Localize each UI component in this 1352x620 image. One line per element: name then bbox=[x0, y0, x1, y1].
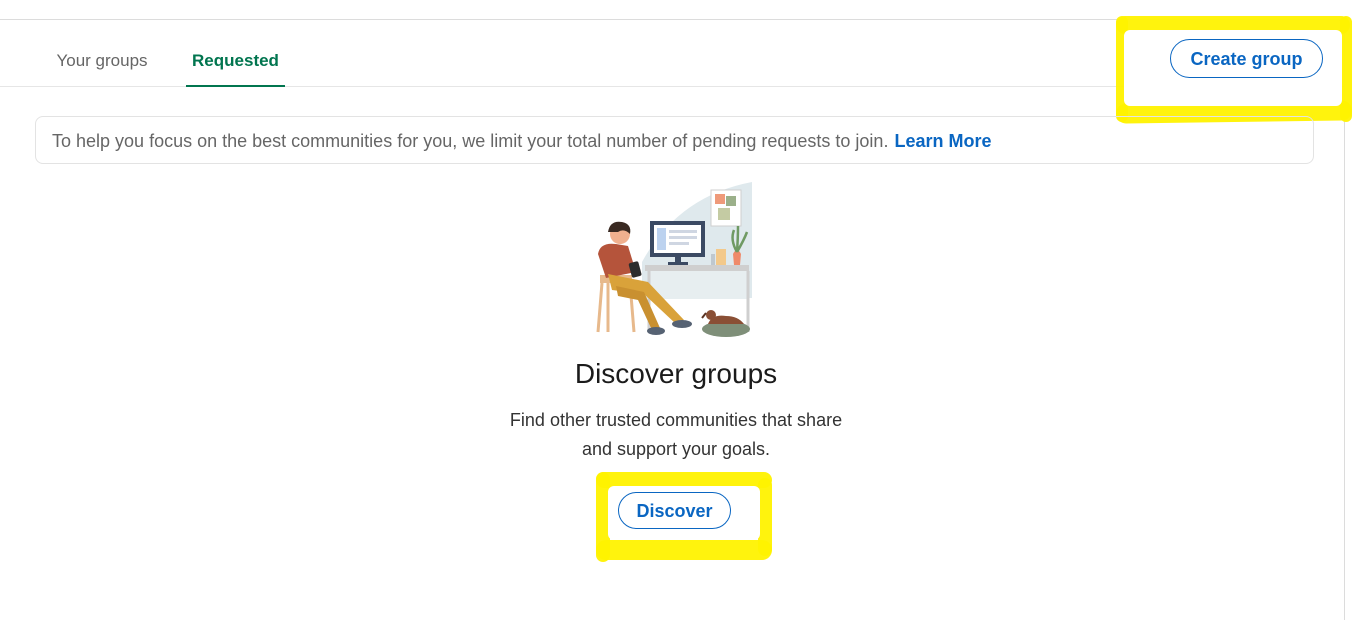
description-line-2: and support your goals. bbox=[581, 439, 771, 459]
pending-requests-notice: To help you focus on the best communitie… bbox=[35, 116, 1314, 164]
tab-your-groups[interactable]: Your groups bbox=[46, 20, 158, 86]
tab-requested[interactable]: Requested bbox=[186, 20, 285, 87]
description-line-1: Find other trusted communities that shar… bbox=[509, 410, 843, 430]
highlight-mark bbox=[596, 540, 772, 560]
empty-state-description: Find other trusted communities that shar… bbox=[476, 406, 876, 464]
create-group-button[interactable]: Create group bbox=[1170, 39, 1323, 78]
discover-button[interactable]: Discover bbox=[618, 492, 731, 529]
person-at-desk-illustration bbox=[596, 182, 752, 337]
empty-state-title: Discover groups bbox=[574, 358, 778, 389]
learn-more-link[interactable]: Learn More bbox=[894, 131, 991, 151]
notice-text: To help you focus on the best communitie… bbox=[52, 131, 889, 151]
